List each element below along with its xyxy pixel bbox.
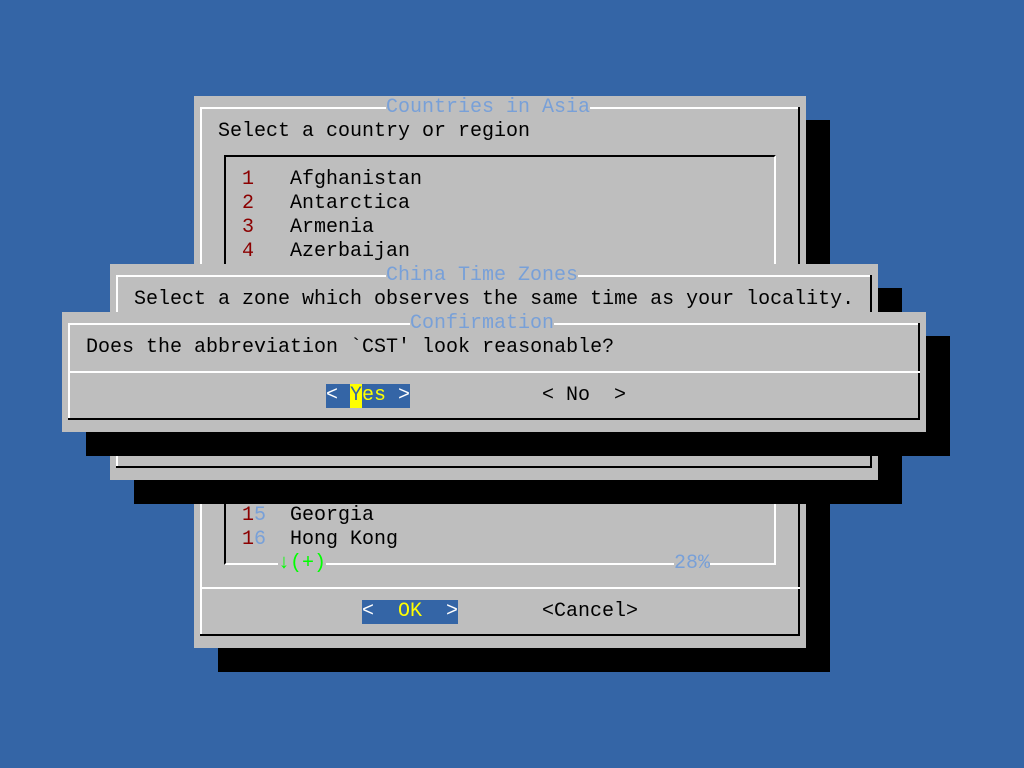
- item-label: Antarctica: [290, 192, 411, 215]
- item-label: Armenia: [290, 216, 375, 239]
- timezone-dialog-title: China Time Zones: [386, 264, 579, 288]
- countries-prompt: Select a country or region: [218, 120, 531, 143]
- scroll-down-indicator: ↓(+): [278, 552, 327, 576]
- confirmation-dialog-title: Confirmation: [410, 312, 555, 336]
- timezone-prompt: Select a zone which observes the same ti…: [134, 288, 855, 311]
- item-number: 4: [242, 240, 255, 263]
- item-number: 1: [242, 528, 255, 551]
- chevron-right-icon: >: [398, 384, 411, 407]
- item-label: Hong Kong: [290, 528, 399, 551]
- yes-button[interactable]: < Yes >: [326, 384, 410, 408]
- countries-dialog-title: Countries in Asia: [386, 96, 591, 120]
- item-number: 6: [254, 528, 267, 551]
- item-number: 1: [242, 504, 255, 527]
- chevron-right-icon: >: [614, 384, 627, 407]
- item-number: 1: [242, 168, 255, 191]
- item-label: Afghanistan: [290, 168, 423, 191]
- item-label: Georgia: [290, 504, 375, 527]
- chevron-right-icon: >: [446, 600, 459, 623]
- item-number: 3: [242, 216, 255, 239]
- ok-button[interactable]: < OK >: [362, 600, 458, 624]
- item-number: 5: [254, 504, 267, 527]
- chevron-left-icon: <: [362, 600, 375, 623]
- chevron-left-icon: <: [326, 384, 339, 407]
- chevron-left-icon: <: [542, 384, 555, 407]
- item-label: Azerbaijan: [290, 240, 411, 263]
- cancel-button[interactable]: <Cancel>: [542, 600, 638, 624]
- scroll-percent: 28%: [674, 552, 711, 576]
- confirmation-question: Does the abbreviation `CST' look reasona…: [86, 336, 615, 359]
- item-number: 2: [242, 192, 255, 215]
